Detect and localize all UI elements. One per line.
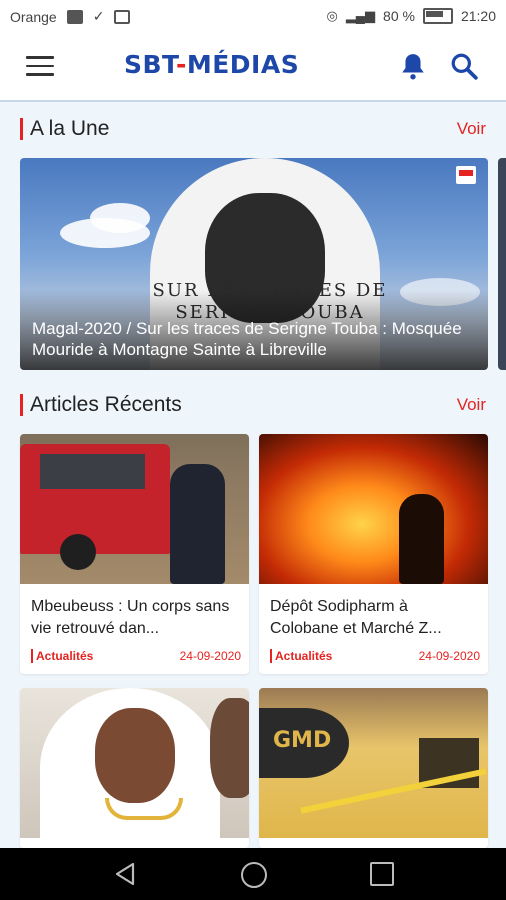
- article-title: Dépôt Sodipharm à Colobane et Marché Z..…: [270, 598, 442, 637]
- article-card[interactable]: GMD: [259, 688, 488, 848]
- status-right: ◎ ▂▄▆ 80 % 21:20: [326, 8, 496, 24]
- person-shape: [210, 698, 249, 798]
- download-done-icon: ✓: [92, 8, 105, 24]
- hamburger-icon[interactable]: [26, 56, 54, 76]
- brand-left: SBT: [124, 50, 176, 79]
- brand-dash: -: [175, 50, 187, 79]
- signal-icon: ▂▄▆: [345, 8, 376, 23]
- cloud-shape: [90, 203, 150, 233]
- brand-logo: SBT-MÉDIAS: [124, 50, 299, 79]
- image-notification-icon: [66, 9, 83, 24]
- system-navigation-bar: [0, 848, 506, 900]
- article-meta: Actualités 24-09-2020: [31, 649, 241, 663]
- brand-right: MÉDIAS: [186, 50, 300, 79]
- necklace-shape: [105, 798, 183, 820]
- person-silhouette-shape: [399, 494, 444, 584]
- article-card[interactable]: Mbeubeuss : Un corps sans vie retrouvé d…: [20, 434, 249, 674]
- articles-recents-header: Articles Récents Voir: [20, 390, 486, 420]
- a-la-une-title: A la Une: [20, 118, 109, 140]
- article-card[interactable]: Dépôt Sodipharm à Colobane et Marché Z..…: [259, 434, 488, 674]
- article-date: 24-09-2020: [179, 649, 241, 663]
- article-card[interactable]: [20, 688, 249, 848]
- next-featured-card-peek[interactable]: [498, 158, 506, 370]
- article-image: [20, 688, 249, 848]
- recent-square-icon[interactable]: [370, 862, 394, 886]
- articles-recents-title: Articles Récents: [20, 394, 182, 416]
- firefighter-shape: [170, 464, 225, 584]
- carrier-label: Orange: [10, 8, 57, 25]
- status-left: Orange ✓: [10, 8, 131, 25]
- article-image: [20, 434, 249, 584]
- featured-article-card[interactable]: SUR LES TRACES DE SERIGNE TOUBA Magal-20…: [20, 158, 488, 370]
- a-la-une-voir-link[interactable]: Voir: [457, 119, 486, 139]
- a-la-une-header: A la Une Voir: [20, 114, 486, 144]
- featured-caption: Magal-2020 / Sur les traces de Serigne T…: [32, 319, 462, 359]
- gmd-sign-text: GMD: [273, 728, 332, 753]
- bell-icon[interactable]: [400, 52, 426, 80]
- clock: 21:20: [460, 8, 496, 24]
- railing-shape: [300, 768, 487, 814]
- article-category: Actualités: [31, 649, 93, 663]
- channel-badge-icon: [456, 166, 476, 184]
- status-bar: Orange ✓ ◎ ▂▄▆ 80 % 21:20: [0, 0, 506, 32]
- back-triangle-icon[interactable]: [114, 862, 136, 886]
- hotspot-icon: ◎: [326, 8, 338, 23]
- article-meta: Actualités 24-09-2020: [270, 649, 480, 663]
- battery-percent: 80 %: [383, 8, 415, 24]
- search-icon[interactable]: [450, 52, 478, 80]
- home-circle-icon[interactable]: [241, 862, 267, 888]
- van-wheel-shape: [60, 534, 96, 570]
- articles-recents-voir-link[interactable]: Voir: [457, 395, 486, 415]
- screenshot-icon: [114, 9, 131, 24]
- van-window-shape: [40, 454, 145, 489]
- face-shape: [95, 708, 175, 803]
- article-category: Actualités: [270, 649, 332, 663]
- article-image: GMD: [259, 688, 488, 838]
- app-bar: SBT-MÉDIAS: [0, 32, 506, 102]
- article-date: 24-09-2020: [418, 649, 480, 663]
- battery-icon: [422, 8, 453, 24]
- article-title: Mbeubeuss : Un corps sans vie retrouvé d…: [31, 598, 230, 637]
- article-image: [259, 434, 488, 584]
